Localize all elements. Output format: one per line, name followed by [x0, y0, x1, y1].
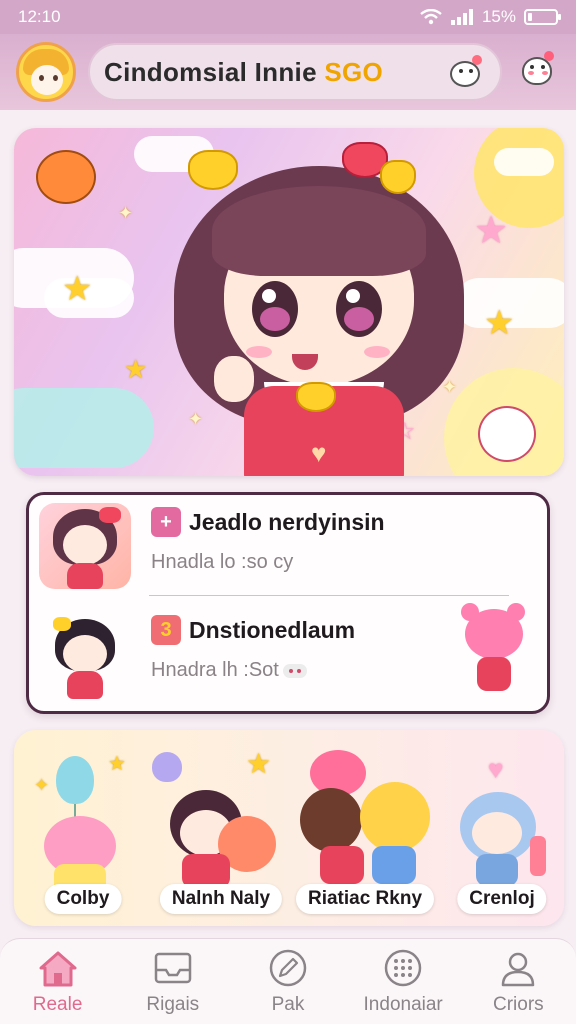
character-label: Colby	[44, 884, 122, 914]
list-item[interactable]: + Jeadlo nerdyinsin Hnadla lo :so cy	[29, 497, 547, 597]
list-item-thumbnail	[39, 615, 131, 701]
nav-item-pak[interactable]: Pak	[233, 948, 343, 1016]
battery-percent: 15%	[481, 7, 516, 26]
home-icon	[39, 951, 77, 986]
list-item-subtitle: Hnadla lo :so cy	[151, 551, 294, 573]
battery-fill	[528, 13, 532, 21]
pencil-icon	[269, 949, 307, 986]
nav-label: Indonaiar	[363, 993, 443, 1015]
list-item-thumbnail	[39, 503, 131, 589]
character-card[interactable]: Crenloj	[440, 730, 564, 926]
character-label: Nalnh Naly	[159, 884, 283, 914]
character-strip: ★ ★ ✦ ♥ Colby Nalnh Naly Riatiac Rkny Cr…	[14, 730, 564, 926]
wifi-icon	[420, 9, 442, 25]
battery-icon	[524, 9, 561, 25]
star-icon: ★	[62, 270, 93, 308]
hero-girl-illustration: ♥	[164, 142, 484, 476]
inbox-icon	[154, 952, 192, 983]
grid-dots-icon	[384, 949, 422, 986]
status-time: 12:10	[18, 7, 61, 26]
pink-bear-illustration	[461, 603, 527, 695]
app-header: Cindomsial Innie SGO	[0, 34, 576, 110]
status-bar: 12:10 15%	[0, 0, 576, 34]
title-search-bar[interactable]: Cindomsial Innie SGO	[88, 43, 502, 101]
nav-label: Pak	[271, 993, 305, 1015]
app-title-accent: SGO	[324, 56, 384, 87]
more-dots-icon	[282, 663, 307, 678]
nav-label: Reale	[32, 993, 83, 1015]
character-label: Riatiac Rkny	[295, 884, 435, 914]
list-item[interactable]: 3 Dnstionedlaum Hnadra lh :Sot	[29, 603, 547, 709]
avatar-icon[interactable]	[16, 42, 76, 102]
feature-list-card: + Jeadlo nerdyinsin Hnadla lo :so cy 3 D…	[26, 492, 550, 714]
list-item-title: Jeadlo nerdyinsin	[189, 509, 385, 535]
list-divider	[149, 595, 509, 596]
status-icons: 15%	[420, 7, 561, 27]
menu-mascot-icon[interactable]	[514, 49, 560, 95]
orange-creature-icon	[36, 150, 96, 204]
nav-label: Criors	[493, 993, 544, 1015]
list-item-subtitle: Hnadra lh :Sot	[151, 659, 307, 682]
profile-icon	[502, 952, 535, 986]
character-card[interactable]: Colby	[14, 730, 152, 926]
character-card[interactable]: Riatiac Rkny	[290, 730, 440, 926]
bottom-nav: Reale Rigais Pak Indonaiar Criors	[0, 938, 576, 1024]
signal-icon	[450, 9, 473, 25]
nav-item-criors[interactable]: Criors	[463, 948, 573, 1016]
list-item-badge: 3	[151, 615, 181, 645]
pink-creature-icon	[478, 406, 536, 462]
nav-item-rigais[interactable]: Rigais	[118, 948, 228, 1016]
nav-label: Rigais	[146, 993, 200, 1015]
app-title-main: Cindomsial Innie	[104, 56, 317, 87]
nav-item-home[interactable]: Reale	[3, 948, 113, 1016]
nav-item-indonaiar[interactable]: Indonaiar	[348, 948, 458, 1016]
list-item-title: Dnstionedlaum	[189, 617, 356, 643]
app-title: Cindomsial Innie SGO	[104, 57, 434, 88]
balloon-icon	[56, 756, 94, 804]
mascot-icon[interactable]	[444, 53, 486, 91]
list-item-badge: +	[151, 507, 181, 537]
character-card[interactable]: Nalnh Naly	[152, 730, 290, 926]
hero-banner[interactable]: ★ ★ ★ ★ ☆ ✦ ✦ ✦ ♥	[14, 128, 564, 476]
character-label: Crenloj	[457, 884, 547, 914]
